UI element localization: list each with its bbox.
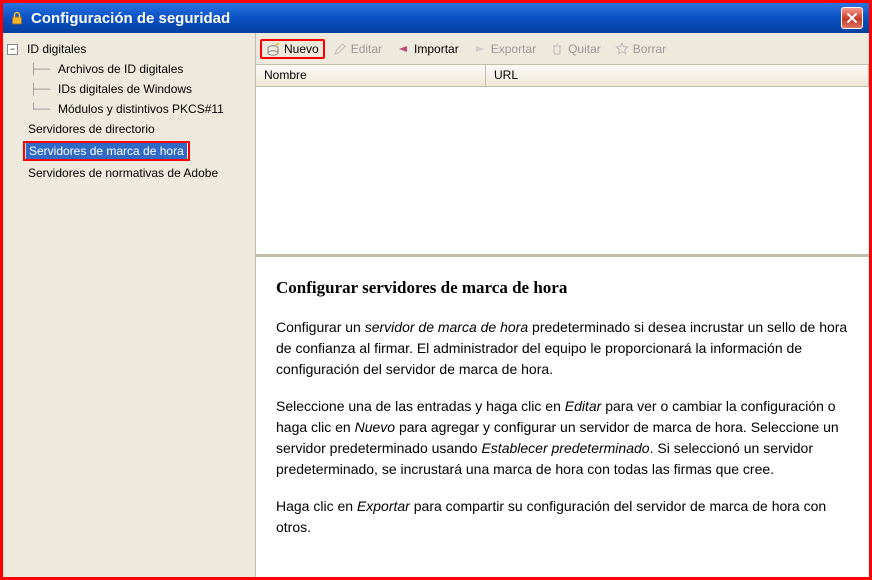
- description-pane: Configurar servidores de marca de hora C…: [256, 257, 869, 577]
- tree-item-id-digitales[interactable]: − ID digitales: [7, 39, 251, 59]
- star-icon: [615, 42, 629, 56]
- tree-item-pkcs11[interactable]: └── Módulos y distintivos PKCS#11: [7, 99, 251, 119]
- edit-icon: [333, 42, 347, 56]
- import-icon: [396, 42, 410, 56]
- exportar-button[interactable]: Exportar: [467, 39, 542, 59]
- sidebar-tree: − ID digitales ├── Archivos de ID digita…: [3, 33, 255, 577]
- content-paragraph-2: Seleccione una de las entradas y haga cl…: [276, 396, 849, 480]
- list-column-header: Nombre URL: [256, 65, 869, 87]
- export-icon: [473, 42, 487, 56]
- column-nombre[interactable]: Nombre: [256, 65, 486, 86]
- security-settings-window: Configuración de seguridad − ID digitale…: [0, 0, 872, 580]
- content-heading: Configurar servidores de marca de hora: [276, 275, 849, 301]
- tree-branch-icon: ├──: [25, 63, 55, 76]
- tree-item-servidores-normativas[interactable]: Servidores de normativas de Adobe: [7, 163, 251, 183]
- importar-button[interactable]: Importar: [390, 39, 465, 59]
- content-paragraph-3: Haga clic en Exportar para compartir su …: [276, 496, 849, 538]
- close-button[interactable]: [841, 7, 863, 29]
- column-url[interactable]: URL: [486, 65, 869, 86]
- tree-item-archivos-id[interactable]: ├── Archivos de ID digitales: [7, 59, 251, 79]
- trash-icon: [550, 42, 564, 56]
- toolbar: Nuevo Editar Importar: [256, 33, 869, 65]
- tree-item-servidores-marca-hora[interactable]: Servidores de marca de hora: [7, 139, 251, 163]
- window-title: Configuración de seguridad: [31, 10, 841, 27]
- editar-button[interactable]: Editar: [327, 39, 388, 59]
- borrar-button[interactable]: Borrar: [609, 39, 672, 59]
- tree-item-ids-windows[interactable]: ├── IDs digitales de Windows: [7, 79, 251, 99]
- new-icon: [266, 42, 280, 56]
- tree-branch-icon: └──: [25, 103, 55, 116]
- body-area: − ID digitales ├── Archivos de ID digita…: [3, 33, 869, 577]
- content-paragraph-1: Configurar un servidor de marca de hora …: [276, 317, 849, 380]
- nuevo-button[interactable]: Nuevo: [260, 39, 325, 59]
- main-panel: Nuevo Editar Importar: [255, 33, 869, 577]
- tree-branch-icon: ├──: [25, 83, 55, 96]
- titlebar: Configuración de seguridad: [3, 3, 869, 33]
- lock-icon: [9, 10, 25, 26]
- tree-item-servidores-directorio[interactable]: Servidores de directorio: [7, 119, 251, 139]
- quitar-button[interactable]: Quitar: [544, 39, 607, 59]
- tree-collapse-icon[interactable]: −: [7, 44, 18, 55]
- server-list[interactable]: [256, 87, 869, 257]
